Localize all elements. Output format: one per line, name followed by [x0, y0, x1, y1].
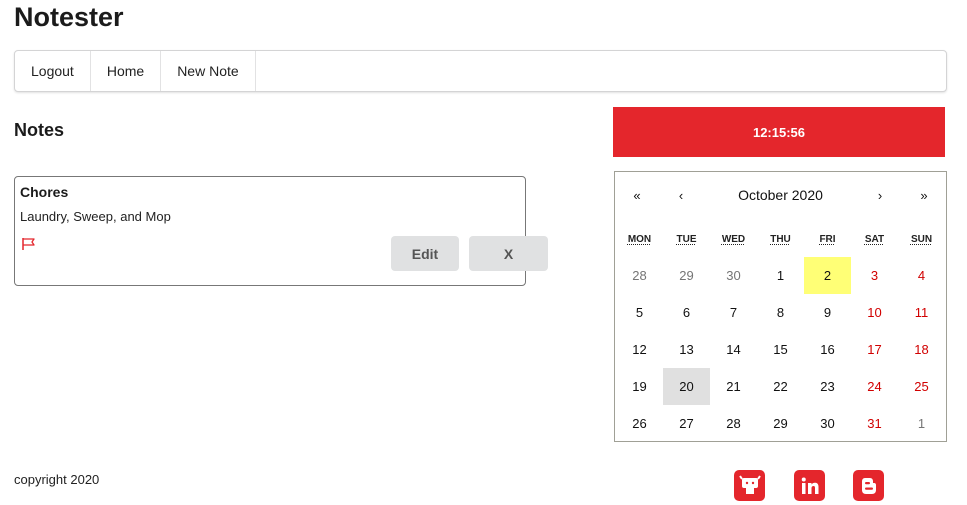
calendar-day[interactable]: 24: [851, 368, 898, 405]
calendar-day[interactable]: 2: [804, 257, 851, 294]
calendar-prev-month-button[interactable]: ‹: [659, 188, 703, 203]
calendar-day-grid: 28 29 30 1 2 3 4 5 6 7 8 9 10 11 12 13 14 15 16 17 18 19 20 21 2…: [615, 257, 946, 442]
nav-home[interactable]: Home: [91, 51, 162, 91]
calendar-day[interactable]: 19: [616, 368, 663, 405]
calendar-navigation: « ‹ October 2020 › »: [615, 172, 946, 218]
calendar-day[interactable]: 1: [757, 257, 804, 294]
nav-logout[interactable]: Logout: [15, 51, 91, 91]
calendar-day[interactable]: 4: [898, 257, 945, 294]
note-title: Chores: [20, 184, 69, 200]
github-icon[interactable]: [734, 470, 765, 501]
calendar-day[interactable]: 16: [804, 331, 851, 368]
calendar-day[interactable]: 18: [898, 331, 945, 368]
note-body: Laundry, Sweep, and Mop: [20, 209, 171, 224]
calendar-day[interactable]: 15: [757, 331, 804, 368]
clock-display: 12:15:56: [613, 107, 945, 157]
calendar-weekday-sun: SUN: [910, 234, 933, 245]
calendar-prev-year-button[interactable]: «: [615, 188, 659, 203]
calendar-day[interactable]: 25: [898, 368, 945, 405]
delete-note-button[interactable]: X: [469, 236, 548, 271]
main-navbar: Logout Home New Note: [14, 50, 947, 92]
calendar-day[interactable]: 5: [616, 294, 663, 331]
calendar-day[interactable]: 27: [663, 405, 710, 442]
calendar-day[interactable]: 12: [616, 331, 663, 368]
calendar-weekday-fri: FRI: [819, 234, 836, 245]
calendar-day[interactable]: 29: [663, 257, 710, 294]
calendar-day[interactable]: 29: [757, 405, 804, 442]
blogger-icon[interactable]: [853, 470, 884, 501]
calendar-weekday-mon: MON: [627, 234, 652, 245]
calendar-weekday-thu: THU: [770, 234, 791, 245]
copyright-text: copyright 2020: [14, 472, 100, 487]
nav-new-note[interactable]: New Note: [161, 51, 256, 91]
calendar-day[interactable]: 21: [710, 368, 757, 405]
calendar-weekday-sat: SAT: [864, 234, 885, 245]
flag-icon[interactable]: [21, 237, 37, 251]
calendar-weekday-tue: TUE: [676, 234, 697, 245]
calendar-day[interactable]: 28: [710, 405, 757, 442]
linkedin-icon[interactable]: [794, 470, 825, 501]
calendar-day[interactable]: 7: [710, 294, 757, 331]
calendar-day[interactable]: 17: [851, 331, 898, 368]
calendar-day[interactable]: 30: [804, 405, 851, 442]
calendar-weekday-row: MON TUE WED THU FRI SAT SUN: [615, 234, 946, 245]
calendar-day[interactable]: 30: [710, 257, 757, 294]
app-title: Notester: [14, 2, 124, 32]
calendar-day[interactable]: 22: [757, 368, 804, 405]
calendar-next-year-button[interactable]: »: [902, 188, 946, 203]
calendar-day[interactable]: 10: [851, 294, 898, 331]
calendar-next-month-button[interactable]: ›: [858, 188, 902, 203]
calendar-day[interactable]: 26: [616, 405, 663, 442]
calendar-day[interactable]: 23: [804, 368, 851, 405]
calendar-month-label[interactable]: October 2020: [703, 187, 858, 203]
calendar-day[interactable]: 6: [663, 294, 710, 331]
calendar-day[interactable]: 9: [804, 294, 851, 331]
calendar-day[interactable]: 14: [710, 331, 757, 368]
edit-note-button[interactable]: Edit: [391, 236, 459, 271]
calendar-day[interactable]: 13: [663, 331, 710, 368]
calendar-day[interactable]: 28: [616, 257, 663, 294]
calendar-weekday-wed: WED: [721, 234, 746, 245]
calendar-day[interactable]: 8: [757, 294, 804, 331]
calendar-day[interactable]: 3: [851, 257, 898, 294]
notes-heading: Notes: [14, 120, 65, 140]
calendar-day[interactable]: 11: [898, 294, 945, 331]
calendar-day[interactable]: 1: [898, 405, 945, 442]
note-card: Chores Laundry, Sweep, and Mop Edit X: [14, 176, 548, 286]
calendar: « ‹ October 2020 › » MON TUE WED THU FRI SAT S…: [614, 171, 947, 442]
calendar-day[interactable]: 31: [851, 405, 898, 442]
calendar-day[interactable]: 20: [663, 368, 710, 405]
